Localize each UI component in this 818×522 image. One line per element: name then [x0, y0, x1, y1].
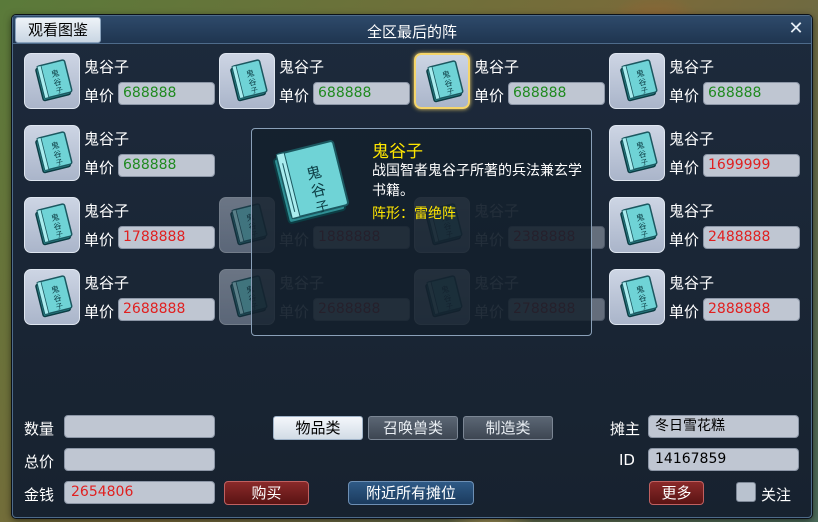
unit-price-label: 单价	[669, 231, 700, 249]
total-label: 总价	[24, 453, 55, 471]
item-card[interactable]: 鬼 谷 子 鬼谷子单价 688888	[609, 53, 801, 111]
book-icon[interactable]: 鬼 谷 子	[24, 269, 80, 325]
item-name: 鬼谷子	[279, 58, 325, 76]
book-icon[interactable]: 鬼 谷 子	[24, 53, 80, 109]
item-card[interactable]: 鬼 谷 子 鬼谷子单价 688888	[24, 53, 216, 111]
title-bar: 全区最后的阵 观看图鉴 ✕	[13, 16, 811, 44]
book-icon[interactable]: 鬼 谷 子	[609, 125, 665, 181]
item-card[interactable]: 鬼 谷 子 鬼谷子单价2688888	[24, 269, 216, 327]
tooltip-book-icon: 鬼 谷 子	[266, 137, 356, 231]
tooltip-formation: 阵形：雷绝阵	[372, 203, 456, 223]
book-icon[interactable]: 鬼 谷 子	[24, 125, 80, 181]
unit-price-label: 单价	[84, 303, 115, 321]
unit-price-value: 2688888	[118, 298, 215, 321]
total-field	[64, 448, 215, 471]
item-card[interactable]: 鬼 谷 子 鬼谷子单价 688888	[219, 53, 411, 111]
unit-price-label: 单价	[669, 87, 700, 105]
money-label: 金钱	[24, 486, 55, 504]
item-name: 鬼谷子	[669, 130, 715, 148]
quantity-label: 数量	[24, 420, 55, 438]
book-icon[interactable]: 鬼 谷 子	[609, 53, 665, 109]
owner-field: 冬日雪花糕	[648, 415, 799, 438]
item-card[interactable]: 鬼 谷 子 鬼谷子单价 688888	[24, 125, 216, 183]
tab-crafting[interactable]: 制造类	[463, 416, 553, 440]
book-icon[interactable]: 鬼 谷 子	[24, 197, 80, 253]
unit-price-value: 1788888	[118, 226, 215, 249]
item-name: 鬼谷子	[474, 58, 520, 76]
unit-price-value: 1699999	[703, 154, 800, 177]
owner-label: 摊主	[610, 420, 641, 438]
item-name: 鬼谷子	[669, 274, 715, 292]
tab-items[interactable]: 物品类	[273, 416, 363, 440]
item-name: 鬼谷子	[84, 202, 130, 220]
unit-price-value: 688888	[508, 82, 605, 105]
id-field: 14167859	[648, 448, 799, 471]
unit-price-label: 单价	[669, 303, 700, 321]
item-card[interactable]: 鬼 谷 子 鬼谷子单价 688888	[414, 53, 606, 111]
unit-price-label: 单价	[84, 87, 115, 105]
item-card[interactable]: 鬼 谷 子 鬼谷子单价 2488888	[609, 197, 801, 255]
nearby-stalls-button[interactable]: 附近所有摊位	[348, 481, 474, 505]
book-icon[interactable]: 鬼 谷 子	[414, 53, 470, 109]
item-card[interactable]: 鬼 谷 子 鬼谷子单价 1788888	[24, 197, 216, 255]
follow-checkbox[interactable]	[736, 482, 756, 502]
book-icon[interactable]: 鬼 谷 子	[609, 269, 665, 325]
book-icon[interactable]: 鬼 谷 子	[609, 197, 665, 253]
close-icon[interactable]: ✕	[787, 20, 805, 38]
more-button[interactable]: 更多	[649, 481, 704, 505]
item-name: 鬼谷子	[669, 202, 715, 220]
view-catalog-button[interactable]: 观看图鉴	[15, 17, 101, 43]
item-card[interactable]: 鬼 谷 子 鬼谷子单价 2888888	[609, 269, 801, 327]
item-name: 鬼谷子	[84, 274, 130, 292]
tab-summons[interactable]: 召唤兽类	[368, 416, 458, 440]
quantity-input[interactable]	[64, 415, 215, 438]
item-name: 鬼谷子	[84, 58, 130, 76]
stall-window: 全区最后的阵 观看图鉴 ✕ 鬼 谷 子 鬼谷子单价688888 鬼 谷 子	[12, 15, 812, 518]
unit-price-label: 单价	[84, 159, 115, 177]
money-field: 2654806	[64, 481, 215, 504]
unit-price-value: 688888	[118, 154, 215, 177]
formation-value: 雷绝阵	[414, 206, 456, 222]
item-name: 鬼谷子	[669, 58, 715, 76]
formation-label: 阵形：	[372, 206, 414, 222]
unit-price-label: 单价	[279, 87, 310, 105]
unit-price-value: 688888	[118, 82, 215, 105]
follow-label: 关注	[761, 486, 792, 504]
item-name: 鬼谷子	[84, 130, 130, 148]
unit-price-value: 2488888	[703, 226, 800, 249]
unit-price-label: 单价	[669, 159, 700, 177]
unit-price-label: 单价	[474, 87, 505, 105]
id-label: ID	[619, 451, 635, 469]
unit-price-value: 688888	[313, 82, 410, 105]
unit-price-value: 2888888	[703, 298, 800, 321]
unit-price-label: 单价	[84, 231, 115, 249]
item-tooltip: 鬼 谷 子 鬼谷子 战国智者鬼谷子所著的兵法兼玄学书籍。 阵形：雷绝阵	[251, 128, 592, 336]
tooltip-item-name: 鬼谷子	[372, 142, 423, 162]
book-icon[interactable]: 鬼 谷 子	[219, 53, 275, 109]
item-card[interactable]: 鬼 谷 子 鬼谷子单价 1699999	[609, 125, 801, 183]
unit-price-value: 688888	[703, 82, 800, 105]
window-title: 全区最后的阵	[366, 23, 457, 41]
buy-button[interactable]: 购买	[224, 481, 309, 505]
tooltip-description: 战国智者鬼谷子所著的兵法兼玄学书籍。	[372, 163, 582, 199]
